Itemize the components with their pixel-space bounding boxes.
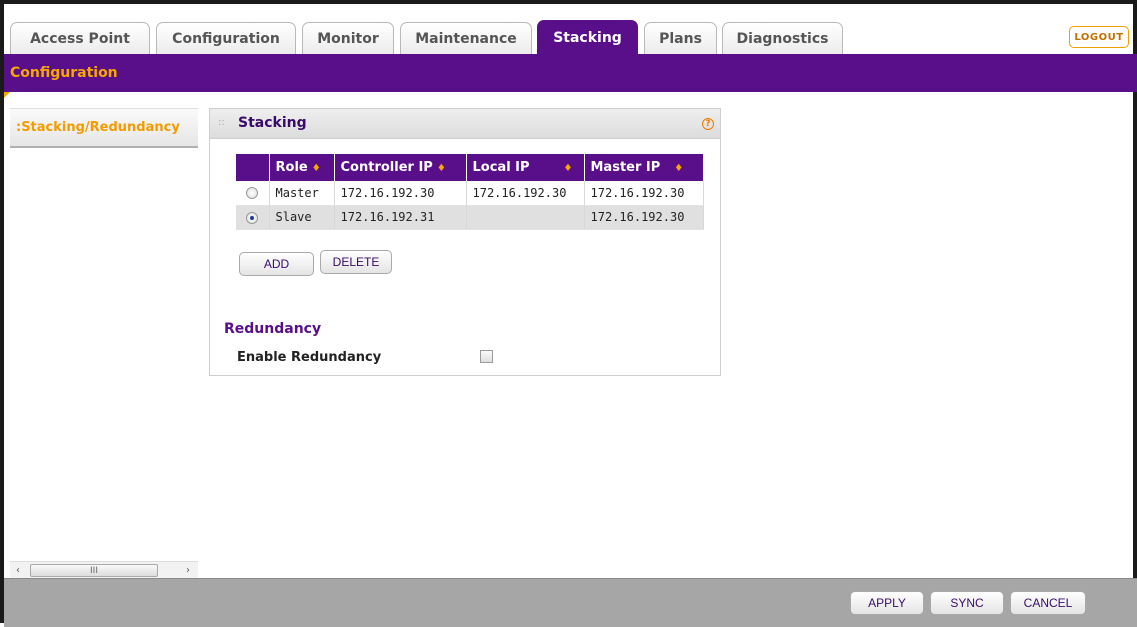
local-ip-cell [466,205,585,230]
tab-monitor[interactable]: Monitor [302,22,394,54]
sort-icon: ♦ [311,163,321,174]
controller-ip-cell: 172.16.192.31 [334,205,467,230]
sidebar-item-stacking-redundancy[interactable]: :Stacking/Redundancy [10,108,198,148]
help-icon[interactable]: ? [702,118,714,130]
sort-icon: ♦ [563,163,573,174]
scroll-right-arrow-icon[interactable]: › [182,564,194,576]
row-select-cell [236,205,270,230]
main-tab-bar: Access Point Configuration Monitor Maint… [10,18,1137,54]
controller-ip-cell: 172.16.192.30 [334,181,467,206]
column-header-local-ip[interactable]: Local IP ♦ [466,154,585,181]
cancel-button[interactable]: CANCEL [1010,591,1086,615]
sort-icon: ♦ [436,163,446,174]
stacking-panel: :: Stacking ? Role ♦ Controller IP ♦ Local… [209,108,721,376]
row-select-radio[interactable] [246,211,259,224]
subnav-bar: Configuration [4,54,1137,92]
panel-header: :: Stacking ? [210,109,720,139]
master-ip-cell: 172.16.192.30 [584,181,704,206]
column-header-controller-ip[interactable]: Controller IP ♦ [334,154,467,181]
scroll-left-arrow-icon[interactable]: ‹ [12,564,24,576]
local-ip-cell: 172.16.192.30 [466,181,585,206]
add-button[interactable]: ADD [239,252,314,276]
stacking-table: Role ♦ Controller IP ♦ Local IP ♦ Master IP… [236,154,704,230]
table-header-row: Role ♦ Controller IP ♦ Local IP ♦ Master IP… [236,154,704,181]
column-header-master-ip[interactable]: Master IP ♦ [584,154,704,181]
tab-stacking[interactable]: Stacking [537,20,638,54]
scrollbar-thumb[interactable]: III [30,564,158,577]
master-ip-cell: 172.16.192.30 [584,205,704,230]
footer-bar: APPLY SYNC CANCEL [4,578,1137,627]
table-row[interactable]: Master 172.16.192.30 172.16.192.30 172.1… [236,181,704,206]
enable-redundancy-checkbox[interactable] [480,350,493,363]
horizontal-scrollbar[interactable]: ‹ III › [10,561,198,578]
delete-button[interactable]: DELETE [320,250,392,274]
table-row[interactable]: Slave 172.16.192.31 172.16.192.30 [236,205,704,230]
tab-maintenance[interactable]: Maintenance [400,22,532,54]
apply-button[interactable]: APPLY [850,591,924,615]
drag-grip-icon: :: [218,117,225,128]
row-select-cell [236,181,270,206]
subnav-notch [4,92,10,98]
sync-button[interactable]: SYNC [930,591,1004,615]
column-header-role[interactable]: Role ♦ [269,154,335,181]
panel-title: Stacking [238,115,307,131]
tab-access-point[interactable]: Access Point [10,22,150,54]
tab-configuration[interactable]: Configuration [156,22,296,54]
role-cell: Master [269,181,335,206]
column-header-select [236,154,270,181]
app-window: Access Point Configuration Monitor Maint… [0,0,1137,627]
role-cell: Slave [269,205,335,230]
sort-icon: ♦ [674,163,684,174]
tab-plans[interactable]: Plans [644,22,717,54]
subnav-configuration[interactable]: Configuration [10,65,118,81]
tab-diagnostics[interactable]: Diagnostics [722,22,843,54]
row-select-radio[interactable] [246,187,259,200]
redundancy-heading: Redundancy [224,321,322,337]
logout-button[interactable]: LOGOUT [1069,26,1129,48]
enable-redundancy-label: Enable Redundancy [237,350,382,365]
